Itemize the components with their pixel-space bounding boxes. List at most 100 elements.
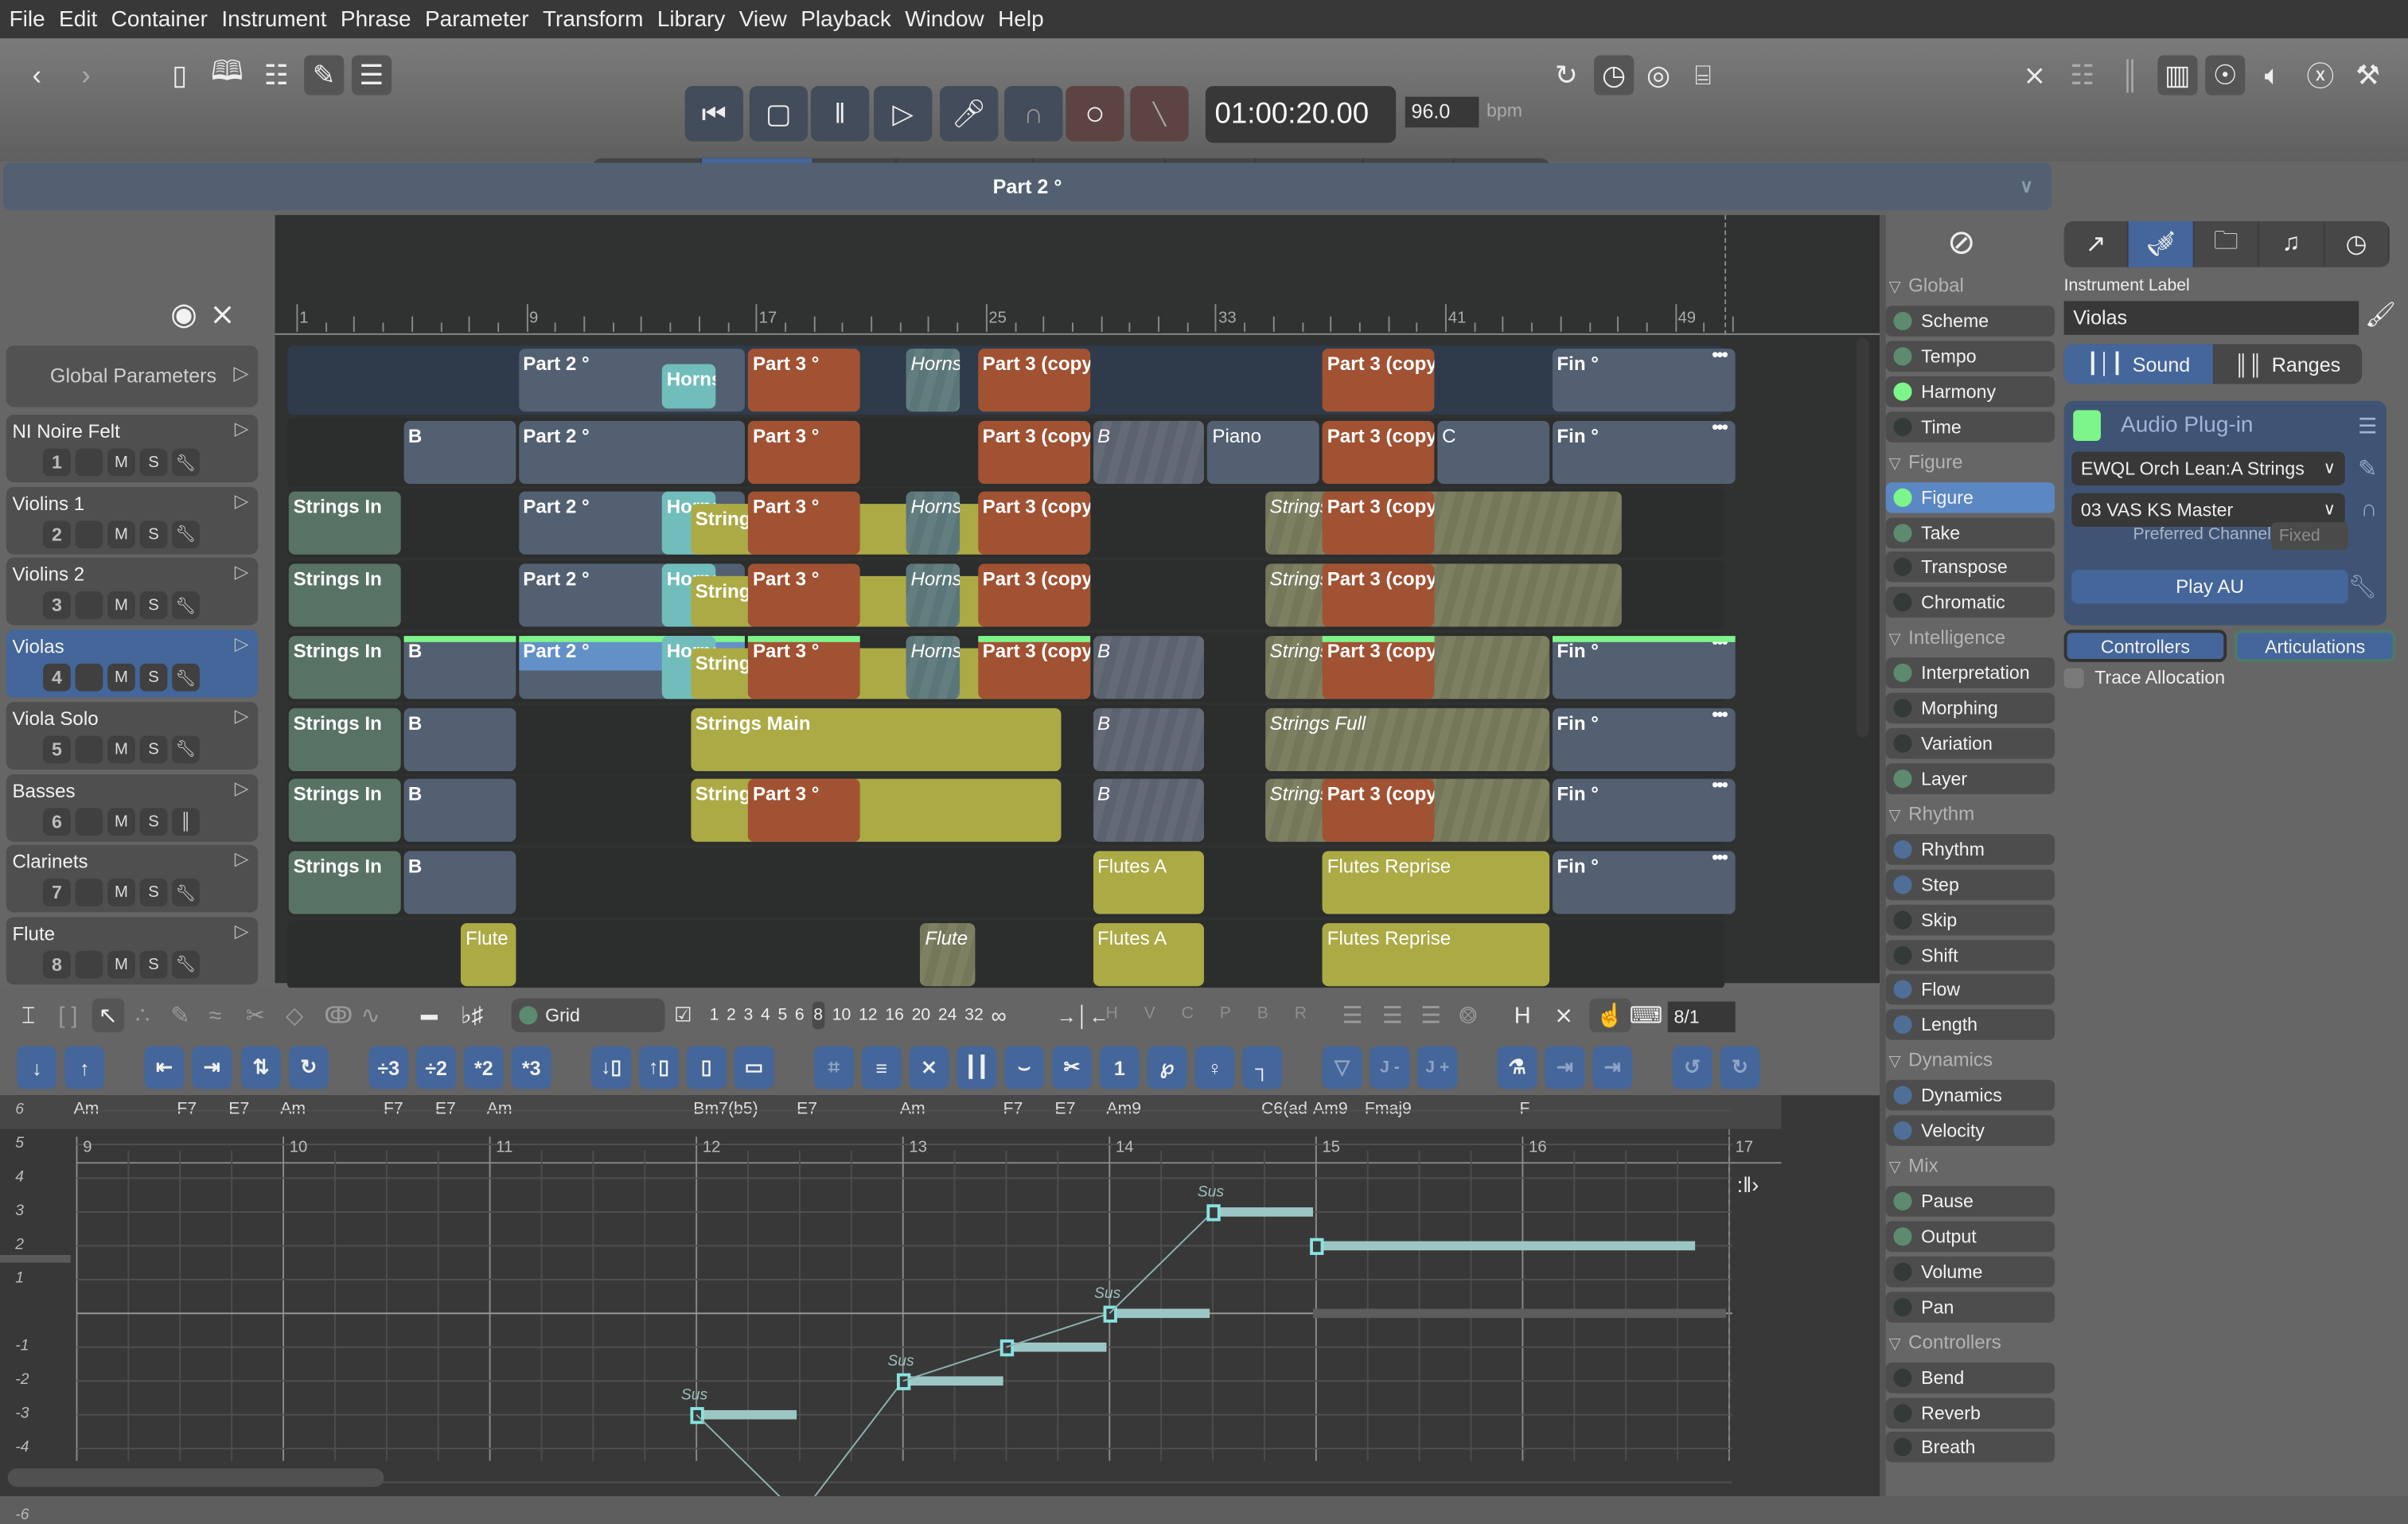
keyboard-icon[interactable]: ║ [172,807,200,836]
checkbox[interactable] [2063,667,2084,688]
phrase-block[interactable]: Strings Main [691,707,1062,770]
grid-division-24[interactable]: 24 [938,1006,957,1024]
phrase-block[interactable]: Part 3 ° [748,420,860,484]
bracket-icon[interactable]: [ ] [58,999,77,1032]
menu-file[interactable]: File [10,7,45,32]
disclosure-icon[interactable]: ▷ [235,705,249,727]
global-parameters-header[interactable]: Global Parameters ▷ [6,345,259,407]
category-item-morphing[interactable]: Morphing [1885,692,2055,724]
category-header-intelligence[interactable]: ▽ Intelligence [1889,627,2006,649]
category-item-transpose[interactable]: Transpose [1885,552,2055,583]
menu-library[interactable]: Library [657,7,726,32]
multiply-2-button[interactable]: *2 [463,1046,504,1089]
category-item-flow[interactable]: Flow [1885,974,2055,1006]
menu-transform[interactable]: Transform [543,7,643,32]
menu-instrument[interactable]: Instrument [221,7,326,32]
phrase-block[interactable]: Flute [920,922,976,986]
category-item-tempo[interactable]: Tempo [1885,341,2055,372]
category-header-mix[interactable]: ▽ Mix [1889,1156,1938,1177]
no-align-icon[interactable]: ⨷ [1459,999,1477,1032]
sound-tab[interactable]: ┃│┃ Sound [2063,344,2213,384]
stop-button[interactable]: ▢ [749,86,809,142]
phrase-block[interactable]: Fin ° ••• [1552,420,1736,484]
phrase-block[interactable]: Part 3 ° [748,635,860,699]
folder-tab-icon[interactable]: 🗀 [2194,220,2260,267]
articulations-button[interactable]: Articulations [2234,629,2396,662]
grid-select[interactable]: Grid [511,998,665,1033]
category-item-rhythm[interactable]: Rhythm [1885,833,2055,865]
wrench-icon[interactable]: 🔧︎ [172,879,200,907]
plugin-instrument-select[interactable]: EWQL Orch Lean:A Strings ∨ [2071,451,2345,485]
menu-parameter[interactable]: Parameter [425,7,529,32]
constraint-c[interactable]: C [1182,1004,1194,1023]
phrase-block[interactable]: Fin ° ••• [1552,349,1736,412]
align-center-icon[interactable]: ☰ [1382,999,1403,1032]
phrase-block[interactable]: Flutes Reprise [1322,922,1549,986]
phrase-block[interactable]: Strings [1264,563,1621,627]
ruler-button[interactable]: ▭ [734,1046,774,1089]
category-item-output[interactable]: Output [1885,1221,2055,1252]
ranges-tab[interactable]: ║║ Ranges [2213,344,2362,384]
record-arm-button[interactable] [75,591,103,620]
category-item-length[interactable]: Length [1885,1009,2055,1041]
category-item-bend[interactable]: Bend [1885,1362,2055,1393]
phrase-block[interactable]: Strings In [288,635,401,699]
fit-icon[interactable]: ⨯ [2015,55,2055,95]
category-header-dynamics[interactable]: ▽ Dynamics [1889,1050,1993,1071]
end-marker[interactable] [1724,215,1727,335]
ruler-vertical-button[interactable]: ▯ [686,1046,727,1089]
menu-phrase[interactable]: Phrase [341,7,411,32]
headphones-icon[interactable]: ∩ [1004,86,1063,142]
more-icon[interactable]: ••• [1712,349,1728,365]
rewind-button[interactable]: ⏮ [684,86,744,142]
category-item-breath[interactable]: Breath [1885,1432,2055,1464]
phrase-block[interactable]: Strings Full [1264,707,1549,770]
mute-button[interactable]: M [107,520,135,548]
constraint-h[interactable]: H [1105,1004,1117,1023]
record-arm-button[interactable] [75,664,103,692]
flask-button[interactable]: ⚗ [1497,1046,1537,1089]
shift-right-button[interactable]: ⇥ [192,1046,232,1089]
solo-button[interactable]: S [139,448,168,477]
disclosure-icon[interactable]: ▷ [235,848,249,870]
category-item-step[interactable]: Step [1885,868,2055,900]
record-arm-button[interactable] [75,807,103,836]
phrase-block[interactable]: Piano [1207,420,1320,484]
grid-division-16[interactable]: 16 [885,1006,904,1024]
steps-button[interactable]: ┐ [1242,1046,1283,1089]
history-tab-icon[interactable]: ◷ [2324,220,2390,267]
category-item-velocity[interactable]: Velocity [1885,1115,2055,1147]
split-button[interactable]: ✂ [1051,1046,1093,1089]
phrase-block[interactable]: Flute [461,922,516,986]
constraint-v[interactable]: V [1144,1004,1155,1023]
category-item-take[interactable]: Take [1885,516,2055,548]
disclosure-icon[interactable]: ▷ [235,418,249,439]
instrument-tab-icon[interactable]: 🎺︎ [2129,220,2195,267]
phrase-block[interactable]: Strings In [288,778,401,843]
phrase-block[interactable]: B [1093,707,1205,770]
phrase-block[interactable]: Part 3 (copy [1322,420,1435,484]
grid-division-8[interactable]: 8 [812,1001,825,1030]
phrase-block[interactable]: Part 3 (copy [1322,349,1435,412]
phrase-block[interactable]: Strings In [288,851,401,914]
phrase-block[interactable]: Flutes Reprise [1322,851,1549,914]
share-icon[interactable]: ∴ [135,999,150,1032]
disclosure-icon[interactable]: ▷ [235,633,249,654]
mute-button[interactable]: M [107,591,135,620]
pause-button[interactable]: ‖ [810,86,870,142]
pencil-icon[interactable]: ✎ [304,55,345,95]
ear-icon[interactable]: ↂ [324,999,353,1032]
disclosure-icon[interactable]: ▷ [235,561,249,583]
category-item-shift[interactable]: Shift [1885,939,2055,970]
phrase-block[interactable]: Part 3 (copy [977,349,1090,412]
phrase-block[interactable]: Horns [906,563,960,627]
wrench-icon[interactable]: 🔧︎ [172,950,200,979]
category-item-pan[interactable]: Pan [1885,1291,2055,1323]
record-arm-button[interactable] [75,735,103,763]
horizontal-scrollbar[interactable] [7,1468,384,1487]
grid-division-10[interactable]: 10 [832,1006,851,1024]
enter-button[interactable]: ⇥ [1545,1046,1585,1089]
phrase-block[interactable]: Part 3 ° [748,492,860,555]
grid-division-∞[interactable]: ∞ [991,1003,1006,1027]
divide-2-button[interactable]: ÷2 [415,1046,457,1089]
